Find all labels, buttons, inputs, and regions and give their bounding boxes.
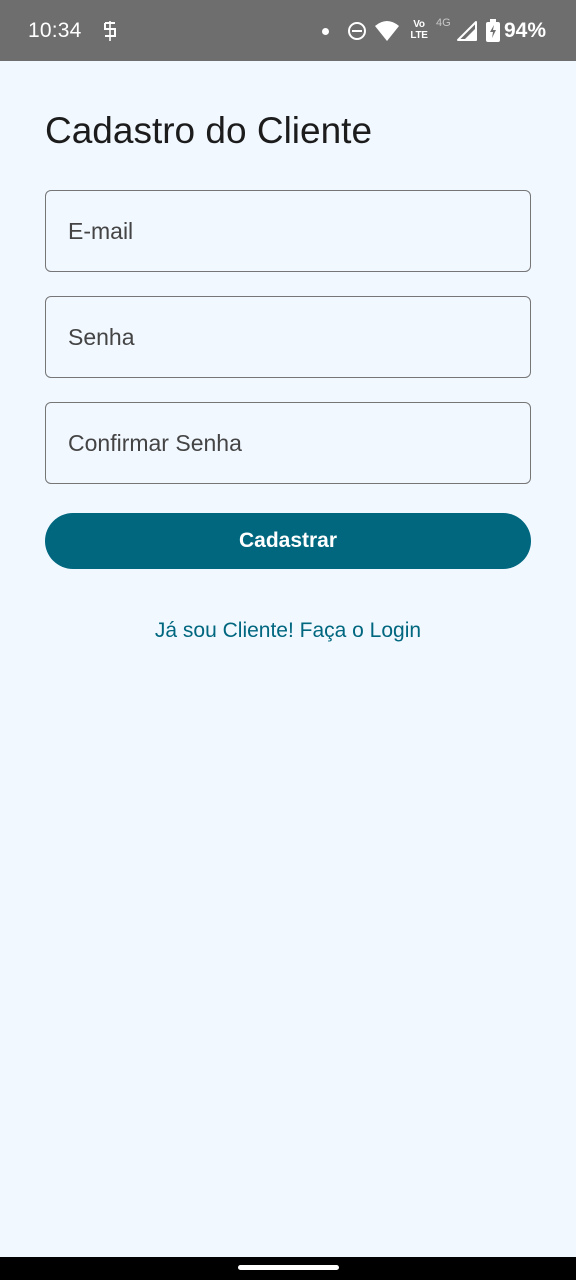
do-not-disturb-icon [348, 22, 366, 40]
app-notification-icon [104, 21, 116, 41]
confirm-password-field[interactable] [45, 402, 531, 484]
register-button[interactable]: Cadastrar [45, 513, 531, 569]
password-field[interactable] [45, 296, 531, 378]
login-link[interactable]: Já sou Cliente! Faça o Login [0, 617, 576, 645]
email-field[interactable] [45, 190, 531, 272]
battery-percentage: 94% [504, 19, 547, 42]
network-4g-icon: 4G [436, 17, 451, 29]
battery-charging-icon [486, 19, 500, 42]
volte-label-bottom: LTE [410, 30, 428, 41]
volte-label-top: Vo [413, 19, 425, 30]
status-time: 10:34 [28, 19, 82, 42]
page-title: Cadastro do Cliente [45, 110, 373, 151]
wifi-icon [375, 21, 399, 41]
volte-icon: Vo LTE [407, 19, 431, 41]
dot-icon [322, 28, 329, 35]
signal-icon [457, 21, 477, 41]
status-bar: 10:34 Vo LTE 4G 94% [0, 0, 576, 61]
navigation-bar [0, 1257, 576, 1280]
home-handle[interactable] [238, 1265, 339, 1270]
